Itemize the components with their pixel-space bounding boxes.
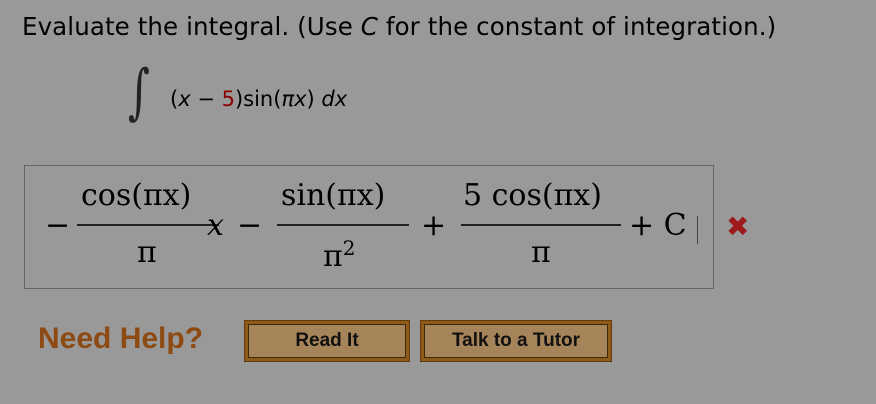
question-var: C [360,12,378,41]
fraction1-denominator: π [137,235,157,270]
exponent: 2 [342,236,356,260]
constant-five: 5 [221,87,235,111]
fraction3-numerator: 5 cos(πx) [463,178,602,213]
talk-to-tutor-button[interactable]: Talk to a Tutor [420,320,612,362]
incorrect-x-icon: ✖ [726,210,750,243]
fraction3-denominator: π [531,235,551,270]
fraction2-denominator: π2 [323,238,355,272]
input-cursor [697,216,698,244]
x-term: x [207,208,224,243]
question-prefix: Evaluate the integral. (Use [22,12,361,41]
plus-constant: + C [629,208,687,243]
differential-dx: dx [321,87,348,111]
fraction2-bar [277,224,409,226]
answer-box: − cos(πx) π x − sin(πx) π2 + 5 cos(πx) π… [24,165,714,289]
read-it-button[interactable]: Read It [244,320,410,362]
question-text: Evaluate the integral. (Use C for the co… [22,12,776,41]
fraction1-numerator: cos(πx) [81,178,192,213]
integrand: (x − 5)sin(πx) dx [170,87,347,111]
integral-expression: ∫ (x − 5)sin(πx) dx [128,62,448,132]
minus-sign: − [237,208,263,243]
paren-close: ) [306,87,322,111]
need-help-label: Need Help? [38,322,204,355]
plus-sign: + [421,208,447,243]
fraction1-bar [77,224,219,226]
paren-open: ( [170,87,179,111]
var-x: x [178,87,191,111]
var-x: x [294,87,307,111]
pi-symbol: π [323,239,343,274]
sin-open: )sin( [234,87,282,111]
read-it-label: Read It [248,324,406,358]
talk-to-tutor-label: Talk to a Tutor [424,324,608,358]
leading-minus: − [45,208,71,243]
fraction2-numerator: sin(πx) [281,178,386,213]
question-suffix: for the constant of integration.) [377,12,777,41]
pi-symbol: π [281,87,295,111]
integral-sign: ∫ [128,57,150,127]
fraction3-bar [461,224,621,226]
minus-sign: − [190,87,222,111]
